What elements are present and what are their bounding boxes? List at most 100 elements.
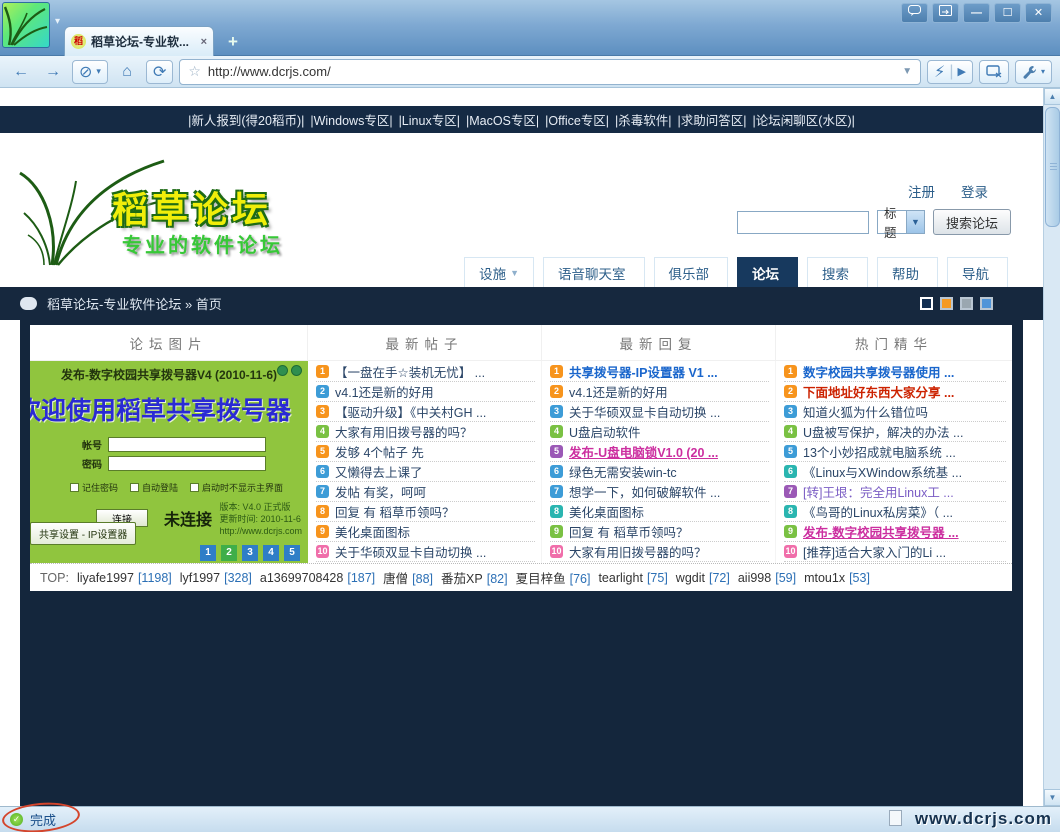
post-link[interactable]: 发帖 有奖，呵呵 [335,482,426,501]
pager-number[interactable]: 3 [242,545,258,561]
style-square-button[interactable] [960,297,973,310]
home-button[interactable]: ⌂ [114,63,140,81]
pager-number[interactable]: 5 [284,545,300,561]
new-tab-button[interactable]: + [222,32,244,52]
pager-number[interactable]: 4 [263,545,279,561]
post-link[interactable]: 【一盘在手☆装机无忧】 ... [335,362,485,381]
post-link[interactable]: 《鸟哥的Linux私房菜》（ ... [803,502,953,521]
top-user[interactable]: tearlight[75] [598,571,667,585]
post-link[interactable]: v4.1还是新的好用 [569,382,668,401]
forum-tab[interactable]: 帮助 [877,257,938,287]
top-user[interactable]: mtou1x[53] [804,571,870,585]
app-menu-caret-icon[interactable]: ▾ [55,16,60,27]
top-menu-item[interactable]: |新人报到(得20稻币)| [188,110,304,129]
top-user[interactable]: a13699708428[187] [260,571,375,585]
post-link[interactable]: 13个小妙招成就电脑系统 ... [803,442,956,461]
top-menu-item[interactable]: |Linux专区| [399,110,460,129]
forum-tab[interactable]: 论坛 [737,257,798,287]
feedback-icon[interactable] [901,3,928,23]
tab-close-icon[interactable]: × [201,36,207,48]
top-menu-item[interactable]: |求助问答区| [678,110,747,129]
forum-tab[interactable]: 导航 [947,257,1008,287]
scrollbar-thumb[interactable] [1045,107,1060,227]
post-link[interactable]: 【驱动升级】《中关村GH ... [335,402,486,421]
speech-bubble-icon [20,297,37,310]
top-menu-item[interactable]: |Office专区| [545,110,609,129]
post-link[interactable]: 绿色无需安装win-tc [569,462,677,481]
forum-picture[interactable]: 发布-数字校园共享拨号器V4 (2010-11-6) 欢迎使用稻草共享拨号器 帐… [30,361,308,563]
scroll-up-icon[interactable]: ▲ [1044,88,1060,105]
post-link[interactable]: 回复 有 稻草币领吗？ [335,502,454,521]
post-link[interactable]: 知道火狐为什么错位吗 [803,402,928,421]
vertical-scrollbar[interactable]: ▲ ▼ [1043,88,1060,806]
post-link[interactable]: 关于华硕双显卡自动切换 ... [335,542,486,561]
top-user[interactable]: lyf1997[328] [180,571,252,585]
top-user[interactable]: 唐僧[88] [383,568,433,587]
url-dropdown-icon[interactable]: ▼ [902,66,912,77]
style-square-button[interactable] [980,297,993,310]
post-link[interactable]: 共享拨号器-IP设置器 V1 ... [569,362,718,381]
post-link[interactable]: 《Linux与XWindow系统基 ... [803,462,962,481]
rank-badge: 7 [316,485,329,498]
post-link[interactable]: 又懒得去上课了 [335,462,423,481]
style-square-button[interactable] [940,297,953,310]
url-input[interactable] [208,64,895,79]
top-user[interactable]: aii998[59] [738,571,796,585]
play-icon[interactable]: ▶ [958,65,966,78]
history-button[interactable]: ⊘ ▾ [72,60,108,84]
forum-tab[interactable]: 俱乐部 [654,257,729,287]
forward-button[interactable]: → [40,63,66,81]
bookmark-star-icon[interactable]: ☆ [188,63,201,80]
post-link[interactable]: 回复 有 稻草币领吗？ [569,522,688,541]
post-link[interactable]: 发布-数字校园共享拨号器 ... [803,522,959,541]
post-link[interactable]: 美化桌面图标 [335,522,410,541]
pager-number[interactable]: 1 [200,545,216,561]
tools-wrench-button[interactable]: ▾ [1015,60,1052,84]
top-menu-item[interactable]: |Windows专区| [310,110,392,129]
login-link[interactable]: 登录 [961,181,988,201]
search-category-select[interactable]: 标题 ▼ [877,210,925,234]
post-link[interactable]: 下面地址好东西大家分享 ... [803,382,954,401]
forum-tab[interactable]: 设施 ▼ [464,257,534,287]
post-link[interactable]: 关于华硕双显卡自动切换 ... [569,402,720,421]
refresh-button[interactable]: ⟳ [146,60,173,84]
lightning-icon[interactable]: ⚡ [934,62,945,82]
scroll-down-icon[interactable]: ▼ [1044,789,1060,806]
back-button[interactable]: ← [8,63,34,81]
maximize-button[interactable]: ☐ [994,3,1021,23]
top-user[interactable]: 夏目梓鱼[76] [516,568,591,587]
post-link[interactable]: 数字校园共享拨号器使用 ... [803,362,954,381]
top-menu-item[interactable]: |论坛闲聊区(水区)| [753,110,855,129]
post-link[interactable]: 想学一下，如何破解软件 ... [569,482,720,501]
top-menu-item[interactable]: |杀毒软件| [615,110,672,129]
snip-button[interactable] [979,60,1009,84]
post-link[interactable]: 大家有用旧拨号器的吗？ [569,542,707,561]
minimize-button[interactable]: — [963,3,990,23]
top-menu-item[interactable]: |MacOS专区| [466,110,539,129]
top-user[interactable]: wgdit[72] [676,571,730,585]
post-link[interactable]: [转]王垠：完全用Linux工 ... [803,482,954,501]
forum-search-input[interactable] [737,211,869,234]
pager-number[interactable]: 2 [221,545,237,561]
style-square-button[interactable] [920,297,933,310]
post-link[interactable]: U盘启动软件 [569,422,641,441]
forum-tab[interactable]: 搜索 [807,257,868,287]
post-link[interactable]: 发布-U盘电脑锁V1.0 (20 ... [569,442,718,461]
post-link[interactable]: v4.1还是新的好用 [335,382,434,401]
top-user[interactable]: liyafe1997[1198] [77,571,172,585]
post-link[interactable]: 美化桌面图标 [569,502,644,521]
top-user[interactable]: 番茄XP[82] [441,568,508,587]
search-forum-button[interactable]: 搜索论坛 [933,209,1011,235]
close-button[interactable]: ✕ [1025,3,1052,23]
post-link[interactable]: [推荐]适合大家入门的Li ... [803,542,946,561]
address-bar[interactable]: ☆ ▼ [179,59,921,85]
browser-tab[interactable]: 稻 稻草论坛-专业软... × [64,26,214,56]
post-link[interactable]: 发够 4个帖子 先 [335,442,424,461]
app-logo-icon[interactable] [2,2,50,48]
post-link[interactable]: 大家有用旧拨号器的吗？ [335,422,473,441]
post-link[interactable]: U盘被写保护，解决的办法 ... [803,422,963,441]
register-link[interactable]: 注册 [908,181,935,201]
quick-launch-group[interactable]: ⚡ | ▶ [927,60,973,84]
forum-tab[interactable]: 语音聊天室 [543,257,645,287]
snap-window-icon[interactable] [932,3,959,23]
